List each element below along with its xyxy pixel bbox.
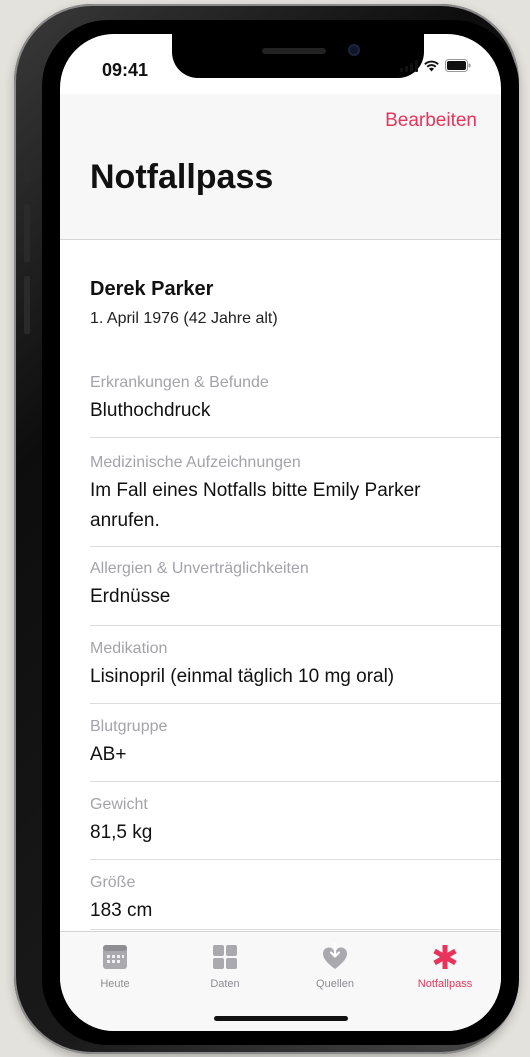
field-value: Erdnüsse (90, 586, 171, 607)
divider (90, 437, 501, 438)
field-label: Gewicht (90, 796, 148, 813)
nav-header: Bearbeiten Notfallpass (60, 94, 501, 240)
tab-notfallpass[interactable]: Notfallpass (390, 940, 500, 990)
notch (172, 34, 424, 78)
cellular-signal-icon (400, 60, 418, 72)
divider (90, 703, 501, 704)
tab-label: Notfallpass (417, 978, 473, 990)
divider (90, 546, 501, 547)
page-title: Notfallpass (90, 158, 274, 196)
field-value: 183 cm (90, 900, 153, 921)
wifi-icon (423, 59, 440, 72)
person-birthdate: 1. April 1976 (42 Jahre alt) (90, 310, 278, 327)
status-time: 09:41 (102, 60, 149, 80)
volume-up-button (24, 204, 30, 262)
status-icons (400, 59, 471, 72)
field-conditions: Erkrankungen & Befunde Bluthochdruck (90, 374, 501, 426)
tab-label: Heute (100, 978, 130, 990)
home-indicator[interactable] (214, 1016, 348, 1021)
field-label: Erkrankungen & Befunde (90, 374, 269, 391)
grid-icon (170, 940, 280, 974)
tab-label: Quellen (316, 978, 354, 990)
field-label: Medikation (90, 640, 168, 657)
person-name: Derek Parker (90, 278, 214, 300)
field-value: AB+ (90, 744, 127, 765)
field-value: Lisinopril (einmal täglich 10 mg oral) (90, 666, 395, 687)
volume-down-button (24, 276, 30, 334)
heart-arrow-icon (280, 940, 390, 974)
asterisk-icon (390, 940, 500, 974)
field-label: Blutgruppe (90, 718, 168, 735)
field-blood-type: Blutgruppe AB+ (90, 718, 501, 770)
field-label: Allergien & Unverträglichkeiten (90, 560, 309, 577)
field-weight: Gewicht 81,5 kg (90, 796, 501, 848)
field-medical-notes: Medizinische Aufzeichnungen Im Fall eine… (90, 454, 501, 536)
silent-switch (24, 152, 30, 182)
divider (90, 929, 501, 930)
divider (90, 859, 501, 860)
speaker-grille (262, 48, 326, 54)
tab-heute[interactable]: Heute (60, 940, 170, 990)
screen: 09:41 Bearbeiten Notfallpass Derek Parke… (60, 34, 501, 1031)
battery-icon (445, 59, 471, 72)
field-allergies: Allergien & Unverträglichkeiten Erdnüsse (90, 560, 501, 612)
field-height: Größe 183 cm (90, 874, 501, 926)
calendar-icon (60, 940, 170, 974)
field-value: Bluthochdruck (90, 400, 211, 421)
phone-frame: 09:41 Bearbeiten Notfallpass Derek Parke… (14, 4, 519, 1054)
divider (90, 781, 501, 782)
field-medication: Medikation Lisinopril (einmal täglich 10… (90, 640, 501, 692)
field-label: Größe (90, 874, 136, 891)
tab-label: Daten (210, 978, 240, 990)
divider (90, 625, 501, 626)
tab-daten[interactable]: Daten (170, 940, 280, 990)
field-label: Medizinische Aufzeichnungen (90, 454, 301, 471)
tab-quellen[interactable]: Quellen (280, 940, 390, 990)
front-camera (348, 44, 360, 56)
field-value: Im Fall eines Notfalls bitte Emily Parke… (90, 480, 421, 531)
edit-button[interactable]: Bearbeiten (385, 110, 477, 132)
field-value: 81,5 kg (90, 822, 153, 843)
